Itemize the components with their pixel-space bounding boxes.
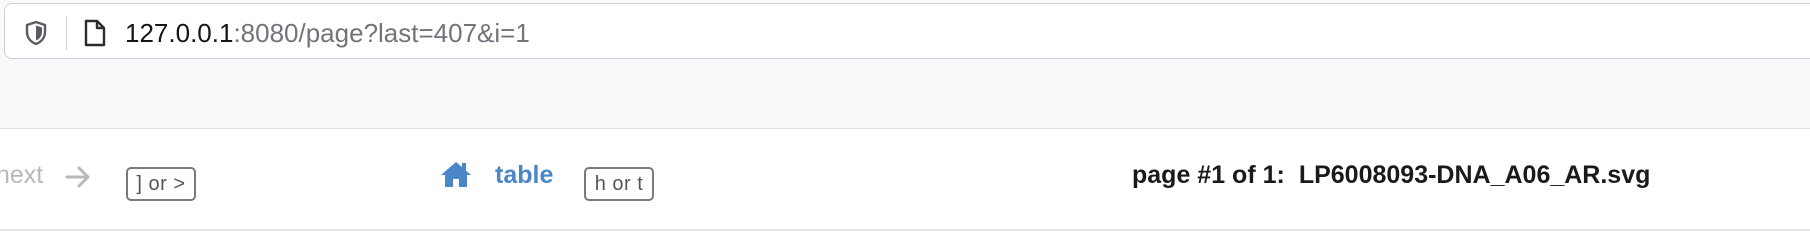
url-host: 127.0.0.1 — [125, 18, 234, 48]
address-bar[interactable]: 127.0.0.1:8080/page?last=407&i=1 — [4, 3, 1810, 59]
home-icon[interactable] — [439, 159, 473, 189]
browser-toolbar: 127.0.0.1:8080/page?last=407&i=1 — [0, 0, 1810, 128]
arrow-right-icon[interactable] — [64, 165, 92, 189]
nav-divider — [0, 229, 1810, 231]
table-shortcut-hint: h or t — [584, 167, 654, 201]
filename: LP6008093-DNA_A06_AR.svg — [1298, 161, 1651, 189]
next-shortcut-hint: ] or > — [126, 167, 196, 201]
url-text[interactable]: 127.0.0.1:8080/page?last=407&i=1 — [125, 18, 530, 48]
address-bar-divider — [66, 16, 67, 50]
table-link[interactable]: table — [495, 161, 553, 190]
page-icon — [84, 19, 106, 47]
page-nav-bar: next table page #1 of 1: LP6008093-DNA_A0… — [0, 129, 1810, 229]
next-link[interactable]: next — [0, 161, 43, 190]
page-status: page #1 of 1: LP6008093-DNA_A06_AR.svg — [1132, 161, 1650, 190]
shield-icon[interactable] — [23, 20, 49, 46]
url-path: :8080/page?last=407&i=1 — [233, 18, 530, 48]
page-counter: page #1 of 1: — [1132, 161, 1285, 189]
